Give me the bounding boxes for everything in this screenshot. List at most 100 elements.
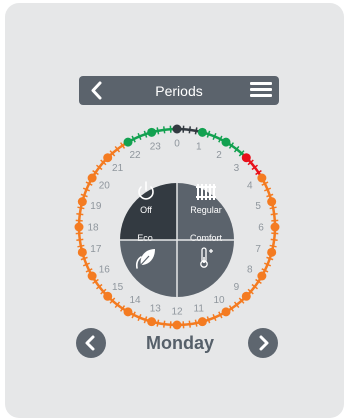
ring-tick bbox=[76, 213, 84, 216]
previous-day-button[interactable] bbox=[76, 328, 106, 358]
ring-slot[interactable] bbox=[157, 321, 165, 326]
ring-slot[interactable] bbox=[94, 280, 101, 288]
hour-handle[interactable] bbox=[103, 291, 113, 301]
ring-slot[interactable] bbox=[164, 322, 171, 327]
ring-slot[interactable] bbox=[189, 128, 197, 133]
mode-comfort-label: Comfort bbox=[190, 233, 223, 243]
ring-slot[interactable] bbox=[133, 313, 140, 319]
hour-label: 1 bbox=[196, 141, 202, 152]
ring-slot[interactable] bbox=[164, 127, 171, 132]
ring-slot[interactable] bbox=[98, 285, 105, 293]
ring-tick bbox=[266, 256, 274, 261]
ring-slot[interactable] bbox=[272, 214, 277, 221]
ring-slot[interactable] bbox=[208, 133, 215, 138]
ring-slot[interactable] bbox=[230, 144, 238, 151]
ring-slot[interactable] bbox=[271, 207, 276, 215]
ring-slot[interactable] bbox=[214, 135, 221, 141]
ring-slot[interactable] bbox=[253, 166, 260, 174]
ring-slot[interactable] bbox=[263, 183, 269, 190]
ring-slot[interactable] bbox=[214, 313, 221, 319]
ring-slot[interactable] bbox=[77, 233, 82, 240]
hour-label: 6 bbox=[258, 223, 264, 234]
hour-label: 21 bbox=[112, 163, 124, 174]
ring-slot[interactable] bbox=[94, 166, 101, 174]
ring-tick bbox=[269, 244, 277, 248]
hour-handle[interactable] bbox=[267, 247, 277, 257]
hour-handle[interactable] bbox=[241, 153, 251, 163]
ring-slot[interactable] bbox=[98, 161, 105, 169]
hour-handle[interactable] bbox=[147, 317, 157, 327]
hour-handle[interactable] bbox=[257, 173, 267, 183]
ring-tick bbox=[80, 193, 88, 198]
hour-label: 16 bbox=[99, 265, 111, 276]
ring-slot[interactable] bbox=[85, 264, 91, 271]
ring-slot[interactable] bbox=[83, 189, 88, 196]
chevron-right-circle-icon bbox=[259, 335, 269, 351]
hour-handle[interactable] bbox=[74, 222, 84, 232]
hour-label: 4 bbox=[247, 181, 253, 192]
ring-slot[interactable] bbox=[139, 133, 146, 138]
ring-slot[interactable] bbox=[272, 233, 277, 240]
ring-slot[interactable] bbox=[116, 303, 124, 310]
hour-handle[interactable] bbox=[87, 173, 97, 183]
ring-slot[interactable] bbox=[111, 299, 119, 306]
hour-label: 7 bbox=[255, 244, 261, 255]
ring-slot[interactable] bbox=[85, 183, 91, 190]
ring-slot[interactable] bbox=[235, 148, 243, 155]
ring-slot[interactable] bbox=[83, 258, 88, 265]
ring-slot[interactable] bbox=[189, 321, 197, 326]
ring-slot[interactable] bbox=[235, 299, 243, 306]
ring-tick bbox=[156, 319, 160, 327]
hour-label: 19 bbox=[90, 201, 102, 212]
mode-off-button[interactable]: Off bbox=[120, 181, 177, 240]
ring-slot[interactable] bbox=[266, 258, 271, 265]
hour-handle[interactable] bbox=[87, 271, 97, 281]
next-day-button[interactable] bbox=[248, 328, 278, 358]
mode-regular-button[interactable]: Regular bbox=[177, 183, 234, 240]
ring-slot[interactable] bbox=[249, 161, 256, 169]
ring-slot[interactable] bbox=[116, 144, 124, 151]
hour-label: 22 bbox=[129, 150, 141, 161]
ring-slot[interactable] bbox=[139, 316, 146, 321]
ring-slot[interactable] bbox=[183, 127, 190, 132]
ring-tick bbox=[206, 316, 211, 324]
hour-handle[interactable] bbox=[221, 137, 231, 147]
ring-tick bbox=[269, 206, 277, 210]
hour-label: 5 bbox=[255, 201, 261, 212]
hour-handle[interactable] bbox=[197, 127, 207, 137]
hour-handle[interactable] bbox=[77, 197, 87, 207]
hour-handle[interactable] bbox=[77, 247, 87, 257]
ring-slot[interactable] bbox=[253, 280, 260, 288]
period-dial[interactable]: 0 1234567891011121314151617181920212223 O… bbox=[0, 0, 347, 419]
ring-slot[interactable] bbox=[77, 214, 82, 221]
hour-handle[interactable] bbox=[103, 153, 113, 163]
ring-slot[interactable] bbox=[249, 285, 256, 293]
hour-handle[interactable] bbox=[123, 137, 133, 147]
ring-slot[interactable] bbox=[78, 239, 83, 247]
hour-handle[interactable] bbox=[267, 197, 277, 207]
ring-slot[interactable] bbox=[263, 264, 269, 271]
hour-handle[interactable] bbox=[241, 291, 251, 301]
mode-eco-button[interactable]: Eco bbox=[120, 233, 177, 297]
hour-handle[interactable] bbox=[172, 320, 182, 330]
ring-slot[interactable] bbox=[111, 148, 119, 155]
ring-slot[interactable] bbox=[266, 189, 271, 196]
ring-slot[interactable] bbox=[230, 303, 238, 310]
hour-label: 10 bbox=[213, 295, 225, 306]
hour-handle[interactable] bbox=[123, 307, 133, 317]
hour-label: 13 bbox=[150, 304, 162, 315]
hour-handle[interactable] bbox=[257, 271, 267, 281]
ring-slot[interactable] bbox=[183, 322, 190, 327]
radiator-icon bbox=[196, 184, 216, 200]
hour-handle[interactable] bbox=[147, 127, 157, 137]
mode-comfort-button[interactable]: Comfort bbox=[177, 233, 234, 297]
hour-handle[interactable] bbox=[197, 317, 207, 327]
hour-handle[interactable] bbox=[172, 124, 182, 134]
hour-handle[interactable] bbox=[270, 222, 280, 232]
ring-slot[interactable] bbox=[78, 207, 83, 215]
ring-slot[interactable] bbox=[271, 239, 276, 247]
hour-handle[interactable] bbox=[221, 307, 231, 317]
ring-slot[interactable] bbox=[208, 316, 215, 321]
ring-slot[interactable] bbox=[133, 135, 140, 141]
ring-slot[interactable] bbox=[157, 128, 165, 133]
